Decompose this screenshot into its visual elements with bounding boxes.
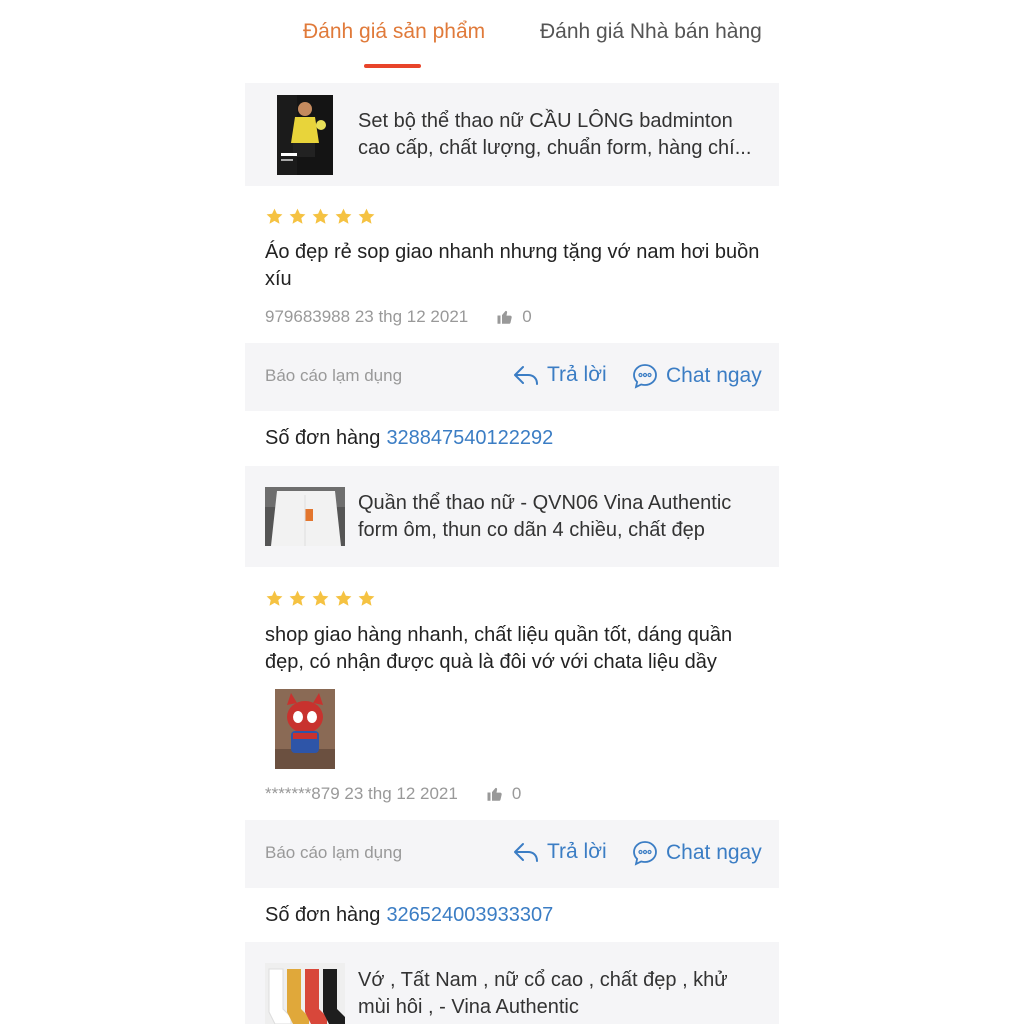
star-icon [266,590,283,606]
order-number-label: Số đơn hàng [265,904,381,926]
product-name: Vớ , Tất Nam , nữ cổ cao , chất đẹp , kh… [358,969,728,1018]
chat-now-button[interactable]: Chat ngay [632,363,762,389]
star-icon [335,590,352,606]
chat-bubble-icon [633,364,657,389]
thumbs-up-icon [487,787,502,801]
product-name: Quần thể thao nữ - QVN06 Vina Authentic … [358,492,732,541]
tab-product-reviews[interactable]: Đánh giá sản phẩm [303,20,485,44]
star-icon [289,208,306,224]
reviewer-date: *******879 23 thg 12 2021 [265,784,458,803]
product-card[interactable]: Set bộ thể thao nữ CẦU LÔNG badminton ca… [245,83,779,186]
review-actions: Báo cáo lạm dụng Trả lời Chat ngay [245,343,779,411]
review-photo[interactable] [275,689,335,769]
chat-label: Chat ngay [666,364,762,387]
reply-icon [514,843,538,862]
order-number-row: Số đơn hàng 326524003933307 [265,904,553,927]
report-abuse-link[interactable]: Báo cáo lạm dụng [265,366,402,386]
reply-button[interactable]: Trả lời [513,363,607,387]
rating-stars [265,207,376,226]
review-actions: Báo cáo lạm dụng Trả lời Chat ngay [245,820,779,888]
star-icon [312,590,329,606]
star-icon [312,208,329,224]
reply-label: Trả lời [547,840,607,863]
rating-stars [265,589,376,608]
review-text: Áo đẹp rẻ sop giao nhanh nhưng tặng vớ n… [265,241,760,290]
like-button[interactable]: 0 [496,307,532,327]
order-number-link[interactable]: 328847540122292 [386,427,553,449]
reviewer-date: 979683988 23 thg 12 2021 [265,307,469,326]
tab-seller-reviews[interactable]: Đánh giá Nhà bán hàng [540,20,762,44]
active-tab-indicator [364,64,421,68]
star-icon [289,590,306,606]
order-number-label: Số đơn hàng [265,427,381,449]
star-icon [358,208,375,224]
order-number-link[interactable]: 326524003933307 [386,904,553,926]
chat-bubble-icon [633,841,657,866]
chat-now-button[interactable]: Chat ngay [632,840,762,866]
product-card[interactable]: Vớ , Tất Nam , nữ cổ cao , chất đẹp , kh… [245,942,779,1024]
like-count: 0 [522,307,532,326]
star-icon [335,208,352,224]
thumbs-up-icon [497,310,512,324]
review-meta: 979683988 23 thg 12 2021 0 [265,307,532,327]
chat-label: Chat ngay [666,841,762,864]
product-card[interactable]: Quần thể thao nữ - QVN06 Vina Authentic … [245,466,779,567]
review-tabs: Đánh giá sản phẩm Đánh giá Nhà bán hàng [0,0,1024,75]
product-thumbnail [265,963,345,1024]
star-icon [358,590,375,606]
like-count: 0 [511,784,522,803]
star-icon [266,208,283,224]
reply-label: Trả lời [547,363,607,386]
product-thumbnail [265,487,345,546]
reply-button[interactable]: Trả lời [513,840,607,864]
like-button[interactable]: 0 [486,784,521,804]
review-meta: *******879 23 thg 12 2021 0 [265,784,521,804]
order-number-row: Số đơn hàng 328847540122292 [265,427,553,450]
product-name: Set bộ thể thao nữ CẦU LÔNG badminton ca… [358,110,752,159]
review-text: shop giao hàng nhanh, chất liệu quần tốt… [265,624,733,673]
report-abuse-link[interactable]: Báo cáo lạm dụng [265,843,402,863]
product-thumbnail [277,95,333,175]
reply-icon [514,366,538,385]
